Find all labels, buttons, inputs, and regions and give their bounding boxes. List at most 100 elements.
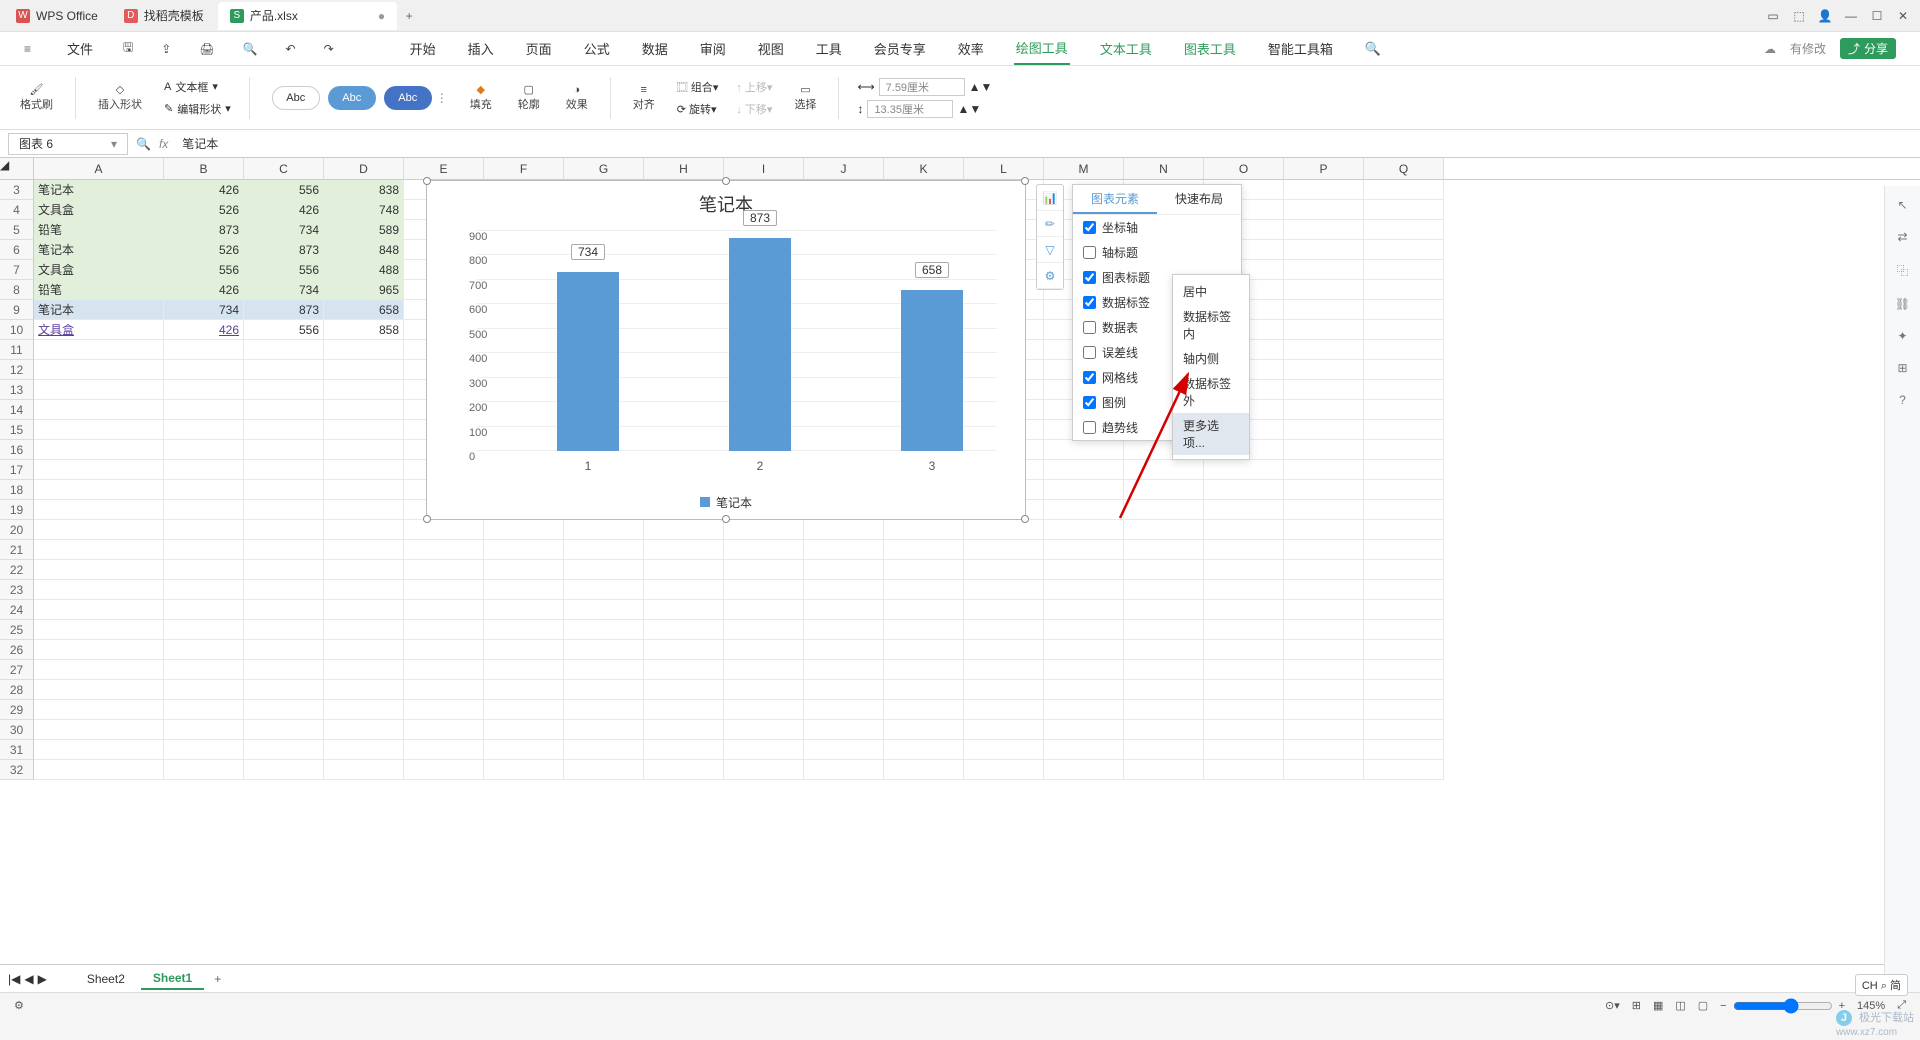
sheet-tab-sheet2[interactable]: Sheet2 bbox=[75, 969, 137, 989]
cell[interactable] bbox=[564, 660, 644, 680]
chart-plot-area[interactable]: 0100200300400500600700800900734187326583 bbox=[477, 231, 997, 451]
add-sheet-button[interactable]: + bbox=[208, 972, 227, 986]
panel-icon[interactable]: ▭ bbox=[1760, 9, 1786, 23]
cell[interactable] bbox=[164, 620, 244, 640]
cell[interactable] bbox=[1364, 580, 1444, 600]
cell[interactable] bbox=[1204, 580, 1284, 600]
cell[interactable] bbox=[1284, 600, 1364, 620]
cell[interactable] bbox=[324, 380, 404, 400]
cell[interactable] bbox=[644, 720, 724, 740]
cell[interactable] bbox=[804, 560, 884, 580]
cell[interactable] bbox=[1124, 740, 1204, 760]
chart-legend[interactable]: 笔记本 bbox=[427, 494, 1025, 511]
cell[interactable] bbox=[1364, 740, 1444, 760]
cell[interactable] bbox=[1284, 700, 1364, 720]
cell[interactable] bbox=[1204, 740, 1284, 760]
row-header[interactable]: 32 bbox=[0, 760, 34, 780]
cell[interactable] bbox=[884, 640, 964, 660]
cell[interactable] bbox=[884, 620, 964, 640]
cell[interactable] bbox=[1364, 640, 1444, 660]
cell[interactable] bbox=[34, 440, 164, 460]
cell[interactable] bbox=[34, 720, 164, 740]
cell[interactable] bbox=[324, 500, 404, 520]
cell[interactable] bbox=[484, 620, 564, 640]
cell[interactable] bbox=[164, 380, 244, 400]
cell[interactable] bbox=[244, 600, 324, 620]
cell[interactable] bbox=[404, 580, 484, 600]
row-header[interactable]: 3 bbox=[0, 180, 34, 200]
menu-formula[interactable]: 公式 bbox=[582, 33, 612, 64]
cell[interactable] bbox=[1364, 320, 1444, 340]
col-L[interactable]: L bbox=[964, 158, 1044, 179]
cell[interactable] bbox=[1284, 720, 1364, 740]
cell[interactable] bbox=[884, 560, 964, 580]
chart-element-option[interactable]: 轴标题 bbox=[1073, 240, 1241, 265]
cell[interactable] bbox=[244, 760, 324, 780]
cell[interactable] bbox=[244, 540, 324, 560]
fill-button[interactable]: ◆填充 bbox=[466, 80, 496, 115]
cell[interactable]: 556 bbox=[244, 180, 324, 200]
cell[interactable] bbox=[244, 520, 324, 540]
resize-handle[interactable] bbox=[722, 177, 730, 185]
style-pill-3[interactable]: Abc bbox=[384, 86, 432, 110]
cell[interactable] bbox=[1044, 460, 1124, 480]
cell[interactable] bbox=[244, 420, 324, 440]
zoom-icon[interactable]: 🔍 bbox=[136, 137, 151, 151]
cell[interactable] bbox=[34, 600, 164, 620]
cell[interactable] bbox=[1044, 740, 1124, 760]
cell[interactable] bbox=[1364, 460, 1444, 480]
cell[interactable] bbox=[404, 680, 484, 700]
cell[interactable] bbox=[724, 580, 804, 600]
cell[interactable] bbox=[484, 660, 564, 680]
avatar-icon[interactable]: 👤 bbox=[1812, 9, 1838, 23]
cell[interactable] bbox=[244, 580, 324, 600]
row-header[interactable]: 18 bbox=[0, 480, 34, 500]
cell[interactable] bbox=[1284, 320, 1364, 340]
spreadsheet[interactable]: ◢ A B C D E F G H I J K L M N O P Q 3笔记本… bbox=[0, 158, 1920, 964]
cell[interactable] bbox=[244, 480, 324, 500]
outline-button[interactable]: ▢轮廓 bbox=[514, 80, 544, 115]
cell[interactable] bbox=[1284, 220, 1364, 240]
cell[interactable] bbox=[324, 420, 404, 440]
cell[interactable] bbox=[964, 720, 1044, 740]
cell[interactable] bbox=[244, 460, 324, 480]
text-box-button[interactable]: A文本框▾ bbox=[164, 79, 231, 95]
row-header[interactable]: 16 bbox=[0, 440, 34, 460]
cell[interactable] bbox=[1044, 560, 1124, 580]
layout-icon[interactable]: ⊞ bbox=[1897, 361, 1907, 375]
col-B[interactable]: B bbox=[164, 158, 244, 179]
cell[interactable] bbox=[404, 740, 484, 760]
cell[interactable] bbox=[164, 340, 244, 360]
cell[interactable] bbox=[564, 760, 644, 780]
cell[interactable] bbox=[404, 560, 484, 580]
menu-vip[interactable]: 会员专享 bbox=[872, 33, 928, 64]
cell[interactable] bbox=[644, 680, 724, 700]
cell[interactable] bbox=[1284, 180, 1364, 200]
cell[interactable] bbox=[404, 640, 484, 660]
cell[interactable] bbox=[484, 560, 564, 580]
cell[interactable] bbox=[1044, 680, 1124, 700]
cell[interactable]: 文具盒 bbox=[34, 320, 164, 340]
cell[interactable] bbox=[1364, 620, 1444, 640]
cell[interactable] bbox=[164, 500, 244, 520]
col-M[interactable]: M bbox=[1044, 158, 1124, 179]
menu-start[interactable]: 开始 bbox=[408, 33, 438, 64]
cell[interactable] bbox=[1044, 620, 1124, 640]
cell[interactable] bbox=[324, 480, 404, 500]
cell[interactable] bbox=[644, 760, 724, 780]
width-field[interactable] bbox=[879, 78, 965, 96]
cell[interactable] bbox=[34, 700, 164, 720]
cell[interactable] bbox=[164, 400, 244, 420]
menu-data[interactable]: 数据 bbox=[640, 33, 670, 64]
cell[interactable] bbox=[1284, 760, 1364, 780]
cell[interactable] bbox=[164, 660, 244, 680]
cell[interactable] bbox=[324, 540, 404, 560]
cell[interactable]: 笔记本 bbox=[34, 300, 164, 320]
cell[interactable] bbox=[724, 660, 804, 680]
cell[interactable]: 文具盒 bbox=[34, 200, 164, 220]
cell[interactable] bbox=[1364, 720, 1444, 740]
sheet-nav-prev[interactable]: ◀ bbox=[24, 972, 33, 986]
cell[interactable] bbox=[884, 520, 964, 540]
cloud-icon[interactable]: ☁ bbox=[1764, 42, 1776, 56]
submenu-inside[interactable]: 数据标签内 bbox=[1173, 304, 1249, 346]
